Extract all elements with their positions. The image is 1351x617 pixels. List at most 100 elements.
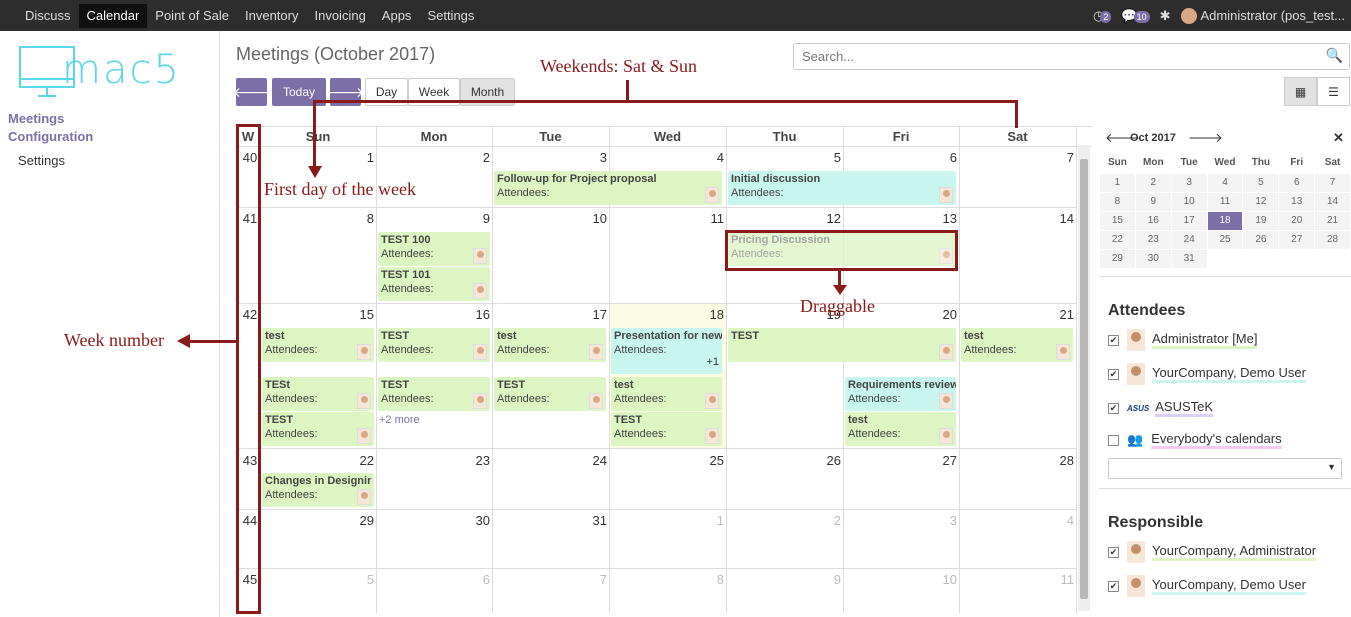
list-view-button[interactable]: ☰ — [1317, 77, 1350, 106]
calendar-view-button[interactable]: ▦ — [1284, 77, 1317, 106]
day-number[interactable]: 11 — [694, 211, 725, 226]
responsible-filter[interactable]: ✔ YourCompany, Administrator — [1108, 540, 1317, 564]
day-number[interactable]: 10 — [577, 211, 607, 226]
calendar-event[interactable]: TEST 100 Attendees: — [378, 232, 490, 266]
day-number[interactable]: 1 — [694, 513, 724, 528]
day-number[interactable]: 21 — [1044, 307, 1074, 322]
day-number[interactable]: 31 — [577, 513, 607, 528]
day-number[interactable]: 26 — [811, 453, 841, 468]
menu-point-of-sale[interactable]: Point of Sale — [147, 4, 237, 28]
day-number[interactable]: 29 — [344, 513, 374, 528]
day-number[interactable]: 8 — [344, 211, 374, 226]
day-number[interactable]: 12 — [811, 211, 841, 226]
everybody-filter[interactable]: 👥 Everybody's calendars — [1108, 428, 1282, 452]
search-input[interactable]: Search... 🔍 — [793, 43, 1350, 70]
messages-menu[interactable]: 💬10 — [1121, 8, 1150, 24]
checkbox[interactable] — [1108, 434, 1119, 446]
day-number[interactable]: 9 — [811, 572, 841, 587]
day-number[interactable]: 30 — [460, 513, 490, 528]
close-icon[interactable]: ✕ — [1333, 130, 1344, 146]
attendee-filter[interactable]: ✔ YourCompany, Demo User — [1108, 362, 1306, 386]
calendar-event[interactable]: TEST Attendees: — [378, 328, 490, 362]
day-number[interactable]: 20 — [927, 307, 957, 322]
calendar-event[interactable]: test Attendees: — [845, 412, 956, 446]
day-number[interactable]: 28 — [1044, 453, 1074, 468]
more-events-link[interactable]: +2 more — [379, 414, 420, 426]
mini-next-icon[interactable]: 🡒 — [1188, 130, 1223, 146]
event-title: Follow-up for Project proposal — [497, 173, 657, 185]
day-number[interactable]: 9 — [460, 211, 490, 226]
day-number[interactable]: 24 — [577, 453, 607, 468]
day-number[interactable]: 6 — [927, 150, 957, 165]
user-menu[interactable]: Administrator (pos_test... — [1180, 7, 1345, 24]
day-number[interactable]: 3 — [927, 513, 957, 528]
calendar-scrollbar[interactable] — [1078, 145, 1090, 611]
calendar-event[interactable]: Changes in Designir Attendees: — [262, 473, 374, 507]
day-number[interactable]: 25 — [694, 453, 724, 468]
event-title: TEST — [265, 414, 294, 426]
sidebar-item-settings[interactable]: Settings — [18, 153, 65, 168]
sidebar-meetings[interactable]: Meetings — [8, 111, 64, 126]
calendar-event[interactable]: Requirements review Attendees: — [845, 377, 956, 411]
search-icon[interactable]: 🔍 — [1326, 47, 1343, 64]
menu-invoicing[interactable]: Invoicing — [306, 4, 373, 28]
calendar-event[interactable]: TEST Attendees: — [494, 377, 606, 411]
checkbox[interactable]: ✔ — [1108, 368, 1119, 380]
day-number[interactable]: 7 — [577, 572, 607, 587]
checkbox[interactable]: ✔ — [1108, 580, 1119, 592]
attendee-filter[interactable]: ✔ Administrator [Me] — [1108, 328, 1258, 352]
attendee-filter[interactable]: ✔ ASUS ASUSTeK — [1108, 396, 1214, 420]
day-number[interactable]: 3 — [577, 150, 607, 165]
activity-menu[interactable]: ◷2 — [1093, 8, 1112, 24]
calendar-event[interactable]: test Attendees: — [611, 377, 722, 411]
menu-calendar[interactable]: Calendar — [78, 3, 148, 28]
day-number[interactable]: 22 — [344, 453, 374, 468]
day-number[interactable]: 11 — [1044, 572, 1075, 587]
calendar-event[interactable]: TEST Attendees: — [262, 412, 374, 446]
calendar-event[interactable]: TEST — [728, 328, 956, 362]
day-number[interactable]: 16 — [460, 307, 490, 322]
calendar-event[interactable]: Initial discussion Attendees: — [728, 171, 956, 205]
bug-icon[interactable]: ✱ — [1160, 8, 1171, 24]
day-number[interactable]: 5 — [344, 572, 374, 587]
menu-apps[interactable]: Apps — [374, 4, 420, 28]
event-title: TEST — [381, 379, 410, 391]
avatar — [1180, 7, 1197, 24]
menu-discuss[interactable]: Discuss — [17, 4, 79, 28]
calendar-event[interactable]: test Attendees: — [262, 328, 374, 362]
calendar-event[interactable]: test Attendees: — [494, 328, 606, 362]
checkbox[interactable]: ✔ — [1108, 402, 1119, 414]
calendar-event[interactable]: Follow-up for Project proposal Attendees: — [494, 171, 722, 205]
day-number[interactable]: 17 — [577, 307, 607, 322]
calendar-event[interactable]: test Attendees: — [961, 328, 1073, 362]
prev-button[interactable]: 🡐 — [233, 78, 270, 106]
sidebar-configuration[interactable]: Configuration — [8, 129, 93, 144]
day-number[interactable]: 18 — [694, 307, 724, 322]
day-number[interactable]: 2 — [811, 513, 841, 528]
day-number[interactable]: 1 — [344, 150, 374, 165]
day-number[interactable]: 15 — [344, 307, 374, 322]
day-number[interactable]: 27 — [927, 453, 957, 468]
day-number[interactable]: 8 — [694, 572, 724, 587]
day-number[interactable]: 4 — [1044, 513, 1074, 528]
responsible-filter[interactable]: ✔ YourCompany, Demo User — [1108, 574, 1306, 598]
day-number[interactable]: 5 — [811, 150, 841, 165]
checkbox[interactable]: ✔ — [1108, 546, 1119, 558]
day-number[interactable]: 10 — [927, 572, 957, 587]
day-number[interactable]: 13 — [927, 211, 957, 226]
add-attendee-select[interactable]: ▼ — [1108, 458, 1342, 479]
day-number[interactable]: 2 — [460, 150, 490, 165]
calendar-event[interactable]: TEST Attendees: — [611, 412, 722, 446]
checkbox[interactable]: ✔ — [1108, 334, 1119, 346]
day-number[interactable]: 7 — [1044, 150, 1074, 165]
day-number[interactable]: 4 — [694, 150, 724, 165]
menu-inventory[interactable]: Inventory — [237, 4, 306, 28]
day-number[interactable]: 6 — [460, 572, 490, 587]
day-number[interactable]: 23 — [460, 453, 490, 468]
calendar-event[interactable]: TEST Attendees: — [378, 377, 490, 411]
calendar-event[interactable]: Presentation for new Attendees: +1 — [611, 328, 722, 374]
calendar-event[interactable]: TEST 101 Attendees: — [378, 267, 490, 301]
calendar-event[interactable]: TESt Attendees: — [262, 377, 374, 411]
menu-settings[interactable]: Settings — [419, 4, 482, 28]
day-number[interactable]: 14 — [1044, 211, 1074, 226]
